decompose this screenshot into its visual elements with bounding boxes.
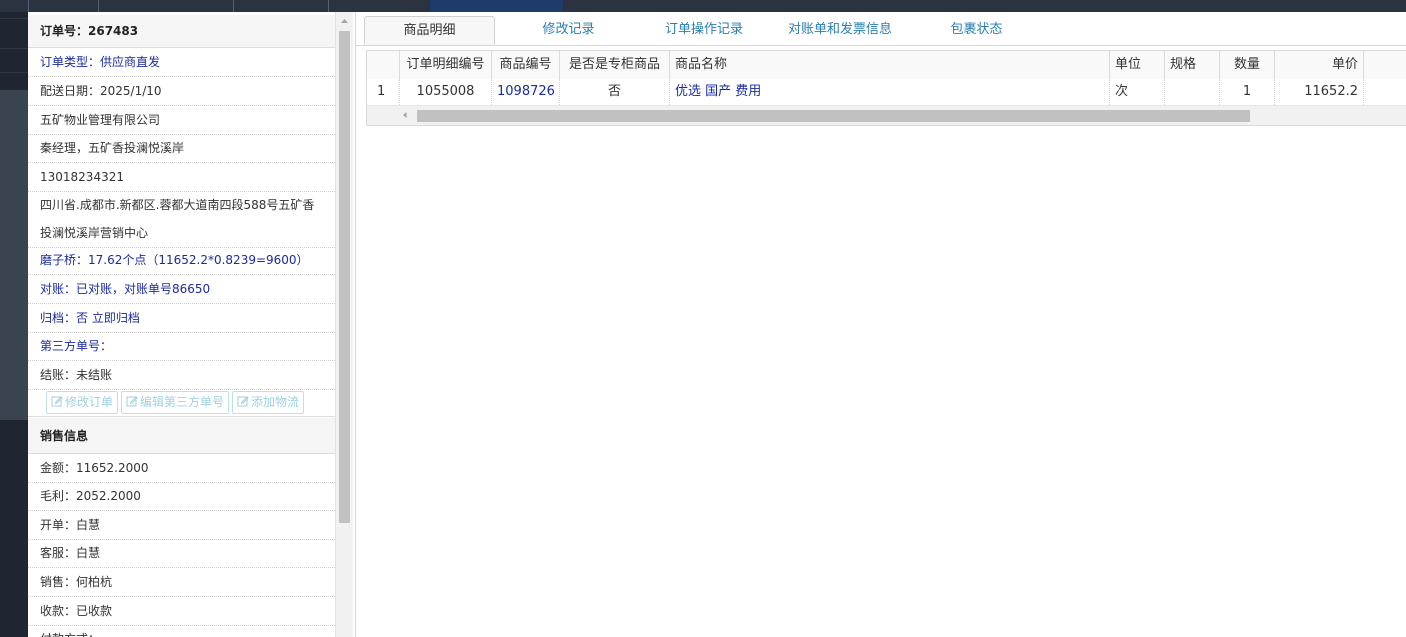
customer-phone: 13018234321: [28, 163, 335, 192]
order-type-label: 订单类型：: [40, 55, 101, 69]
sales-seller: 销售：何柏杭: [28, 568, 335, 597]
order-number-title: 订单号：267483: [28, 15, 335, 48]
left-edge-divider: [0, 48, 28, 49]
add-logistics-label: 添加物流: [251, 395, 300, 409]
scroll-up-icon[interactable]: [336, 12, 353, 29]
qty-cell: 1: [1220, 79, 1275, 105]
row-index: 1: [367, 79, 400, 105]
add-logistics-button[interactable]: 添加物流: [232, 391, 305, 414]
grid-header: 订单明细编号 商品编号 是否是专柜商品 商品名称 单位 规格 数量 单价: [367, 51, 1406, 80]
tab-product-details[interactable]: 商品明细: [364, 16, 495, 45]
left-edge-divider: [0, 72, 28, 73]
delivery-date: 配送日期：2025/1/10: [28, 77, 335, 106]
commission-info: 磨子桥：17.62个点（11652.2*0.8239=9600）: [28, 246, 335, 275]
edit-order-label: 修改订单: [65, 395, 114, 409]
grid-header-cell[interactable]: 是否是专柜商品: [560, 51, 670, 79]
grid-header-cell[interactable]: 商品编号: [492, 51, 560, 79]
is-counter-cell: 否: [560, 79, 670, 105]
left-edge-divider: [0, 18, 28, 19]
edit-icon: [237, 396, 249, 407]
grid-header-cell[interactable]: 订单明细编号: [400, 51, 492, 79]
customer-company: 五矿物业管理有限公司: [28, 106, 335, 135]
detail-id-cell: 1055008: [400, 79, 492, 105]
left-edge-highlight: [0, 90, 28, 420]
reconcile-status[interactable]: 对账：已对账，对账单号86650: [28, 275, 335, 304]
grid-header-cell[interactable]: 单位: [1110, 51, 1165, 79]
grid-header-cell[interactable]: 数量: [1220, 51, 1275, 79]
order-info-panel: 订单号：267483 订单类型：供应商直发 配送日期：2025/1/10 五矿物…: [28, 12, 336, 637]
sales-opener: 开单：白慧: [28, 511, 335, 540]
product-name-link[interactable]: 优选 国产 费用: [670, 79, 1110, 105]
detail-tabs: 商品明细 修改记录 订单操作记录 对账单和发票信息 包裹状态: [356, 12, 1406, 46]
sales-service: 客服：白慧: [28, 539, 335, 568]
archive-status[interactable]: 归档：否 立即归档: [28, 304, 335, 333]
spec-cell: [1165, 79, 1220, 105]
unit-cell: 次: [1110, 79, 1165, 105]
sales-pay-method: 付款方式：: [28, 625, 335, 637]
left-panel-scrollbar[interactable]: [335, 12, 353, 637]
top-nav-active-segment[interactable]: [430, 0, 563, 12]
top-nav-segment[interactable]: [233, 0, 329, 12]
order-type: 订单类型：供应商直发: [28, 48, 335, 77]
scroll-left-icon[interactable]: [400, 110, 410, 120]
left-dark-edge: [0, 12, 28, 637]
edit-icon: [126, 396, 138, 407]
sales-info-title: 销售信息: [28, 418, 335, 454]
product-grid: 订单明细编号 商品编号 是否是专柜商品 商品名称 单位 规格 数量 单价 1 1…: [366, 50, 1406, 126]
top-nav-segment[interactable]: [98, 0, 234, 12]
delivery-address: 四川省.成都市.新都区.蓉都大道南四段588号五矿香投澜悦溪岸营销中心: [28, 191, 335, 248]
tab-operation-log[interactable]: 订单操作记录: [654, 16, 754, 45]
tab-statement-invoice[interactable]: 对账单和发票信息: [781, 16, 899, 45]
price-cell: 11652.2: [1275, 79, 1364, 105]
scrollbar-thumb[interactable]: [339, 31, 350, 523]
grid-header-cell[interactable]: 商品名称: [670, 51, 1110, 79]
table-row[interactable]: 1 1055008 1098726 否 优选 国产 费用 次 1 11652.2: [367, 79, 1406, 106]
edit-third-party-button[interactable]: 编辑第三方单号: [121, 391, 230, 414]
product-id-link[interactable]: 1098726: [492, 79, 560, 105]
sales-payment: 收款：已收款: [28, 597, 335, 626]
edit-order-button[interactable]: 修改订单: [46, 391, 119, 414]
scrollbar-thumb[interactable]: [417, 110, 1250, 122]
tab-package-status[interactable]: 包裹状态: [939, 16, 1014, 45]
top-nav-strip: [0, 0, 1406, 12]
grid-header-cell[interactable]: 规格: [1165, 51, 1220, 79]
grid-horizontal-scrollbar[interactable]: [367, 106, 1406, 125]
order-detail-main: 商品明细 修改记录 订单操作记录 对账单和发票信息 包裹状态 订单明细编号 商品…: [355, 12, 1406, 637]
sales-profit: 毛利：2052.2000: [28, 482, 335, 511]
order-type-value: 供应商直发: [100, 55, 161, 69]
edit-icon: [51, 396, 63, 407]
third-party-number: 第三方单号：: [28, 332, 335, 361]
top-nav-segment[interactable]: [28, 0, 99, 12]
customer-contact: 秦经理，五矿香投澜悦溪岸: [28, 134, 335, 163]
grid-header-cell: [367, 51, 400, 79]
grid-header-cell[interactable]: 单价: [1275, 51, 1364, 79]
edit-third-party-label: 编辑第三方单号: [140, 395, 225, 409]
sales-amount: 金额：11652.2000: [28, 454, 335, 483]
settle-status: 结账：未结账: [28, 361, 335, 390]
top-nav-segment[interactable]: [0, 0, 29, 12]
order-action-buttons: 修改订单 编辑第三方单号 添加物流: [28, 388, 335, 417]
tab-edit-history[interactable]: 修改记录: [526, 16, 611, 45]
